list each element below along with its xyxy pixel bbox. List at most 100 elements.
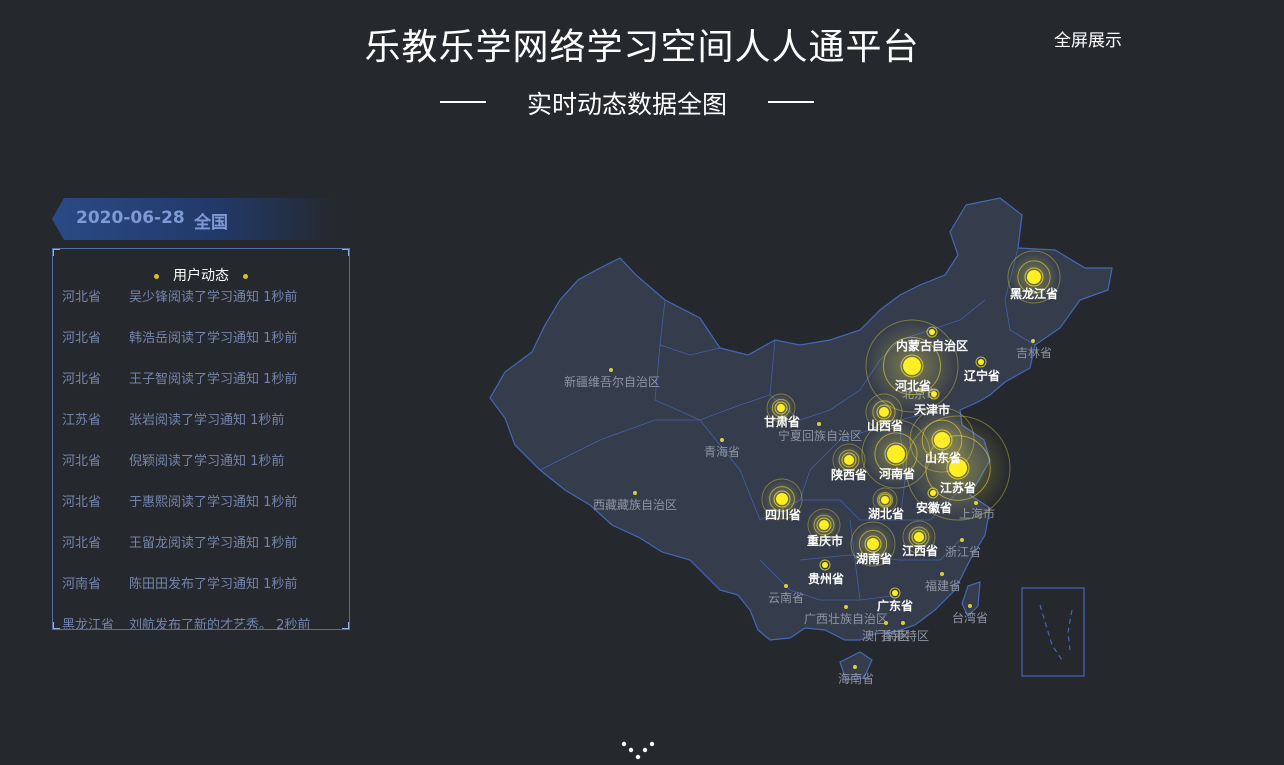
province-marker[interactable]: [784, 584, 788, 588]
item-province: 江苏省: [62, 413, 102, 428]
list-item: 河北省 王留龙阅读了学习通知 1秒前: [53, 523, 349, 564]
province-marker[interactable]: [903, 357, 921, 375]
province-marker[interactable]: [914, 532, 924, 542]
item-message: 韩浩岳阅读了学习通知 1秒前: [129, 331, 298, 346]
province-marker[interactable]: [822, 562, 828, 568]
user-activity-panel: 用户动态 河北省 吴少锋阅读了学习通知 1秒前 河北省 韩浩岳阅读了学习通知 1秒前…: [52, 248, 350, 630]
province-label: 黑龙江省: [1010, 286, 1058, 301]
panel-title: 用户动态: [173, 268, 229, 284]
list-item: 河北省 韩浩岳阅读了学习通知 1秒前: [53, 318, 349, 359]
province-marker[interactable]: [844, 455, 854, 465]
province-label: 四川省: [765, 507, 801, 522]
list-item: 河北省 于惠熙阅读了学习通知 1秒前: [53, 482, 349, 523]
list-item: 河北省 王子智阅读了学习通知 1秒前: [53, 359, 349, 400]
province-marker[interactable]: [978, 359, 984, 365]
province-marker[interactable]: [776, 493, 788, 505]
province-label: 江苏省: [940, 480, 976, 495]
province-label: 吉林省: [1016, 346, 1052, 360]
item-message: 王子智阅读了学习通知 1秒前: [129, 372, 298, 387]
province-marker[interactable]: [881, 496, 889, 504]
province-marker[interactable]: [1027, 270, 1041, 284]
province-marker[interactable]: [968, 604, 972, 608]
panel-corner: [342, 249, 349, 256]
province-marker[interactable]: [819, 520, 829, 530]
bullet-icon: [154, 273, 159, 279]
province-marker[interactable]: [720, 438, 724, 442]
panel-header: 用户动态: [53, 265, 349, 285]
list-item: 江苏省 张岩阅读了学习通知 1秒前: [53, 400, 349, 441]
province-marker[interactable]: [940, 572, 944, 576]
province-label: 重庆市: [807, 533, 843, 548]
province-marker[interactable]: [844, 605, 848, 609]
item-message: 倪颖阅读了学习通知 1秒前: [129, 454, 285, 469]
province-marker[interactable]: [931, 391, 937, 397]
bullet-icon: [243, 273, 248, 279]
item-province: 黑龙江省: [62, 618, 115, 629]
item-message: 刘航发布了新的才艺秀。 2秒前: [129, 618, 311, 629]
panel-corner: [53, 249, 60, 256]
inset-islands: [1039, 604, 1073, 661]
province-label: 陕西省: [831, 467, 867, 482]
province-label: 浙江省: [945, 545, 981, 559]
province-label: 湖南省: [856, 551, 892, 566]
item-province: 河北省: [62, 536, 102, 551]
province-label: 云南省: [768, 590, 804, 605]
province-label: 海南省: [838, 671, 874, 686]
province-label: 福建省: [925, 578, 961, 593]
province-label: 湖北省: [868, 506, 904, 521]
province-marker[interactable]: [884, 621, 888, 625]
province-marker[interactable]: [867, 538, 879, 550]
list-item: 黑龙江省 刘航发布了新的才艺秀。 2秒前: [53, 605, 349, 629]
province-marker[interactable]: [609, 368, 613, 372]
province-label: 山西省: [867, 418, 903, 433]
province-label: 新疆维吾尔自治区: [564, 374, 660, 389]
province-marker[interactable]: [901, 621, 905, 625]
province-marker[interactable]: [777, 404, 785, 412]
province-label: 山东省: [925, 450, 961, 465]
list-item: 河北省 倪颖阅读了学习通知 1秒前: [53, 441, 349, 482]
province-label: 甘肃省: [764, 414, 800, 429]
activity-feed[interactable]: 河北省 吴少锋阅读了学习通知 1秒前 河北省 韩浩岳阅读了学习通知 1秒前 河北省王…: [53, 285, 349, 629]
subtitle-line-right: [768, 101, 814, 103]
china-map[interactable]: 吉林省北京市新疆维吾尔自治区青海省宁夏回族自治区西藏藏族自治区上海市浙江省福建省…: [470, 190, 1130, 700]
province-marker[interactable]: [930, 490, 936, 496]
item-province: 河北省: [62, 290, 102, 305]
fullscreen-button[interactable]: 全屏展示: [1054, 26, 1122, 51]
province-marker[interactable]: [892, 590, 898, 596]
province-label: 河北省: [894, 378, 931, 393]
province-marker[interactable]: [887, 445, 905, 463]
list-item: 河南省 陈田田发布了学习通知 1秒前: [53, 564, 349, 605]
item-province: 河北省: [62, 372, 102, 387]
item-message: 吴少锋阅读了学习通知 1秒前: [129, 290, 298, 305]
province-label: 河南省: [878, 466, 915, 481]
date-label[interactable]: 2020-06-28: [76, 208, 185, 228]
scroll-down-icon[interactable]: [620, 740, 660, 764]
province-marker[interactable]: [1031, 339, 1035, 343]
item-province: 河北省: [62, 454, 102, 469]
region-label[interactable]: 全国: [194, 208, 228, 233]
province-marker[interactable]: [633, 491, 637, 495]
page-subtitle: 实时动态数据全图: [526, 90, 727, 119]
list-item: 河北省 吴少锋阅读了学习通知 1秒前: [53, 285, 349, 318]
item-province: 河北省: [62, 331, 102, 346]
province-label: 内蒙古自治区: [896, 338, 968, 353]
province-marker[interactable]: [817, 422, 821, 426]
province-label: 贵州省: [808, 571, 844, 586]
item-message: 于惠熙阅读了学习通知 1秒前: [129, 495, 298, 510]
item-province: 河南省: [62, 577, 102, 592]
province-label: 宁夏回族自治区: [778, 428, 862, 443]
province-marker[interactable]: [960, 538, 964, 542]
south-china-sea-inset: [1021, 587, 1085, 677]
province-label: 广西壮族自治区: [804, 612, 888, 626]
province-label: 辽宁省: [964, 368, 1000, 383]
item-message: 王留龙阅读了学习通知 1秒前: [129, 536, 298, 551]
province-label: 香港特区: [881, 628, 929, 643]
province-label: 安徽省: [916, 500, 952, 515]
province-label: 江西省: [902, 543, 938, 558]
province-label: 西藏藏族自治区: [593, 498, 677, 512]
province-marker[interactable]: [879, 407, 889, 417]
province-label: 广东省: [877, 598, 913, 613]
item-province: 河北省: [62, 495, 102, 510]
province-marker[interactable]: [853, 665, 857, 669]
province-label: 青海省: [704, 444, 740, 459]
